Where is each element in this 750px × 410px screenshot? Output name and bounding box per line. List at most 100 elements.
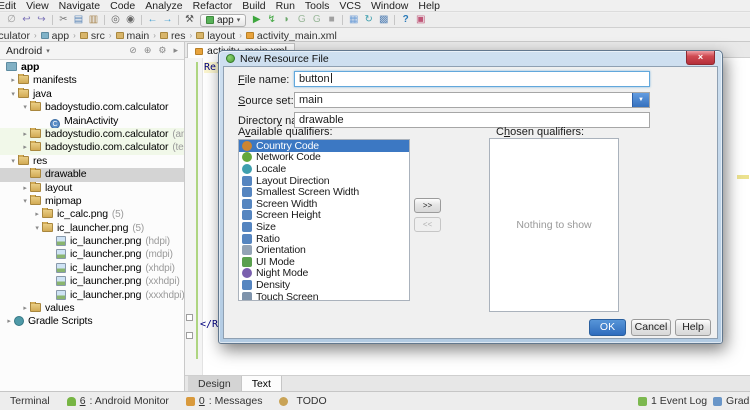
- expand-arrow-icon[interactable]: ▸: [20, 141, 30, 154]
- build-icon[interactable]: ⚒: [182, 13, 197, 27]
- breadcrumb-main[interactable]: main: [114, 30, 152, 42]
- menu-tools[interactable]: Tools: [300, 0, 335, 12]
- tree-row-ic-launcher-xxhdpi[interactable]: ic_launcher.png(xxhdpi): [0, 275, 184, 288]
- tree-row-package-androidtest[interactable]: ▸badoystudio.com.calculator(androidTest): [0, 128, 184, 141]
- warning-stripe-mark[interactable]: [737, 175, 749, 179]
- expand-arrow-icon[interactable]: ▸: [20, 302, 30, 315]
- project-view-selector[interactable]: Android: [6, 45, 42, 57]
- qualifier-density[interactable]: Density: [239, 279, 409, 291]
- tree-row-ic-launcher-group[interactable]: ▾ic_launcher.png(5): [0, 222, 184, 235]
- menu-run[interactable]: Run: [271, 0, 300, 12]
- tree-row-gradle-scripts[interactable]: ▸Gradle Scripts: [0, 315, 184, 328]
- expand-arrow-icon[interactable]: ▸: [8, 74, 18, 87]
- menu-code[interactable]: Code: [105, 0, 140, 12]
- tab-design[interactable]: Design: [188, 376, 242, 391]
- dialog-title-bar[interactable]: New Resource File: [219, 51, 722, 66]
- device-monitor-icon[interactable]: ▣: [413, 13, 428, 27]
- qualifier-locale[interactable]: Locale: [239, 163, 409, 175]
- menu-analyze[interactable]: Analyze: [140, 0, 187, 12]
- copy-icon[interactable]: ▤: [71, 13, 86, 27]
- qualifier-touch-screen[interactable]: Touch Screen: [239, 291, 409, 301]
- tree-row-layout[interactable]: ▸layout: [0, 182, 184, 195]
- forward-icon[interactable]: →: [160, 13, 175, 27]
- debug-icon[interactable]: ◗: [279, 13, 294, 27]
- hide-panel-icon[interactable]: ▸: [173, 45, 178, 56]
- back-icon[interactable]: ←: [145, 13, 160, 27]
- tree-row-package[interactable]: ▾badoystudio.com.calculator: [0, 101, 184, 114]
- run-icon[interactable]: ▶: [249, 13, 264, 27]
- settings-icon[interactable]: ⚙: [158, 45, 166, 56]
- ok-button[interactable]: OK: [589, 319, 626, 336]
- statusbar-todo[interactable]: TODO: [279, 395, 326, 407]
- menu-vcs[interactable]: VCS: [334, 0, 366, 12]
- tree-row-ic-launcher-xxxhdpi[interactable]: ic_launcher.png(xxxhdpi): [0, 289, 184, 302]
- locate-icon[interactable]: ⊕: [144, 45, 152, 56]
- tree-row-java[interactable]: ▾java: [0, 88, 184, 101]
- menu-view[interactable]: View: [21, 0, 54, 12]
- layout-inspector-icon[interactable]: ▩: [376, 13, 391, 27]
- tree-row-mipmap[interactable]: ▾mipmap: [0, 195, 184, 208]
- coverage-icon[interactable]: G: [294, 13, 309, 27]
- menu-build[interactable]: Build: [237, 0, 270, 12]
- expand-arrow-icon[interactable]: ▸: [20, 128, 30, 141]
- qualifier-layout-direction[interactable]: Layout Direction: [239, 175, 409, 187]
- expand-arrow-icon[interactable]: ▸: [20, 182, 30, 195]
- breadcrumb-layout[interactable]: layout: [194, 30, 237, 42]
- fold-marker-icon[interactable]: [186, 314, 193, 321]
- breadcrumb-src[interactable]: src: [78, 30, 107, 42]
- cancel-button[interactable]: Cancel: [631, 319, 671, 336]
- menu-refactor[interactable]: Refactor: [188, 0, 238, 12]
- replace-icon[interactable]: ◉: [123, 13, 138, 27]
- expand-arrow-icon[interactable]: ▸: [4, 315, 14, 328]
- add-qualifier-button[interactable]: >>: [414, 198, 441, 213]
- statusbar-event-log[interactable]: 1 Event Log: [638, 395, 707, 407]
- redo-icon[interactable]: ↪: [34, 13, 49, 27]
- qualifier-smallest-screen-width[interactable]: Smallest Screen Width: [239, 186, 409, 198]
- paste-icon[interactable]: ▥: [86, 13, 101, 27]
- collapse-all-icon[interactable]: ⊘: [129, 45, 137, 56]
- sync-project-icon[interactable]: ↻: [361, 13, 376, 27]
- qualifier-screen-height[interactable]: Screen Height: [239, 210, 409, 222]
- qualifier-screen-width[interactable]: Screen Width: [239, 198, 409, 210]
- statusbar-android-monitor[interactable]: 6: Android Monitor: [67, 395, 169, 407]
- source-set-combo[interactable]: main▼: [294, 92, 650, 108]
- file-name-field[interactable]: button: [294, 71, 650, 87]
- qualifier-size[interactable]: Size: [239, 221, 409, 233]
- tree-row-res[interactable]: ▾res: [0, 155, 184, 168]
- help-button[interactable]: Help: [675, 319, 711, 336]
- statusbar-terminal[interactable]: Terminal: [6, 395, 50, 407]
- qualifier-ui-mode[interactable]: UI Mode: [239, 256, 409, 268]
- tree-row-package-test[interactable]: ▸badoystudio.com.calculator(test): [0, 141, 184, 154]
- statusbar-gradle-console[interactable]: Gradle Conso: [713, 395, 750, 407]
- android-monitor-icon[interactable]: ▦: [346, 13, 361, 27]
- tab-text[interactable]: Text: [242, 376, 282, 391]
- tree-row-app[interactable]: app: [0, 61, 184, 74]
- qualifier-night-mode[interactable]: Night Mode: [239, 268, 409, 280]
- expand-arrow-icon[interactable]: ▾: [32, 222, 42, 235]
- breadcrumb-app[interactable]: app: [39, 30, 72, 42]
- tree-row-drawable[interactable]: drawable: [0, 168, 184, 181]
- open-icon[interactable]: ∅: [4, 13, 19, 27]
- qualifier-country-code[interactable]: Country Code: [239, 140, 409, 152]
- expand-arrow-icon[interactable]: ▾: [8, 155, 18, 168]
- qualifier-orientation[interactable]: Orientation: [239, 244, 409, 256]
- chevron-down-icon[interactable]: ▼: [632, 93, 649, 107]
- tree-row-ic-launcher-mdpi[interactable]: ic_launcher.png(mdpi): [0, 248, 184, 261]
- menu-help[interactable]: Help: [413, 0, 445, 12]
- breadcrumb-res[interactable]: res: [158, 30, 188, 42]
- cut-icon[interactable]: ✂: [56, 13, 71, 27]
- attach-profiler-icon[interactable]: G: [309, 13, 324, 27]
- menu-window[interactable]: Window: [366, 0, 413, 12]
- help-icon[interactable]: ?: [398, 13, 413, 27]
- tree-row-ic-launcher-xhdpi[interactable]: ic_launcher.png(xhdpi): [0, 262, 184, 275]
- undo-icon[interactable]: ↩: [19, 13, 34, 27]
- menu-navigate[interactable]: Navigate: [54, 0, 105, 12]
- remove-qualifier-button[interactable]: <<: [414, 217, 441, 232]
- tree-row-mainactivity[interactable]: CMainActivity: [0, 115, 184, 128]
- breadcrumb-file[interactable]: activity_main.xml: [244, 30, 339, 42]
- expand-arrow-icon[interactable]: ▾: [20, 101, 30, 114]
- expand-arrow-icon[interactable]: ▾: [20, 195, 30, 208]
- qualifier-network-code[interactable]: Network Code: [239, 152, 409, 164]
- directory-name-field[interactable]: drawable: [294, 112, 650, 128]
- statusbar-messages[interactable]: 0: Messages: [186, 395, 263, 407]
